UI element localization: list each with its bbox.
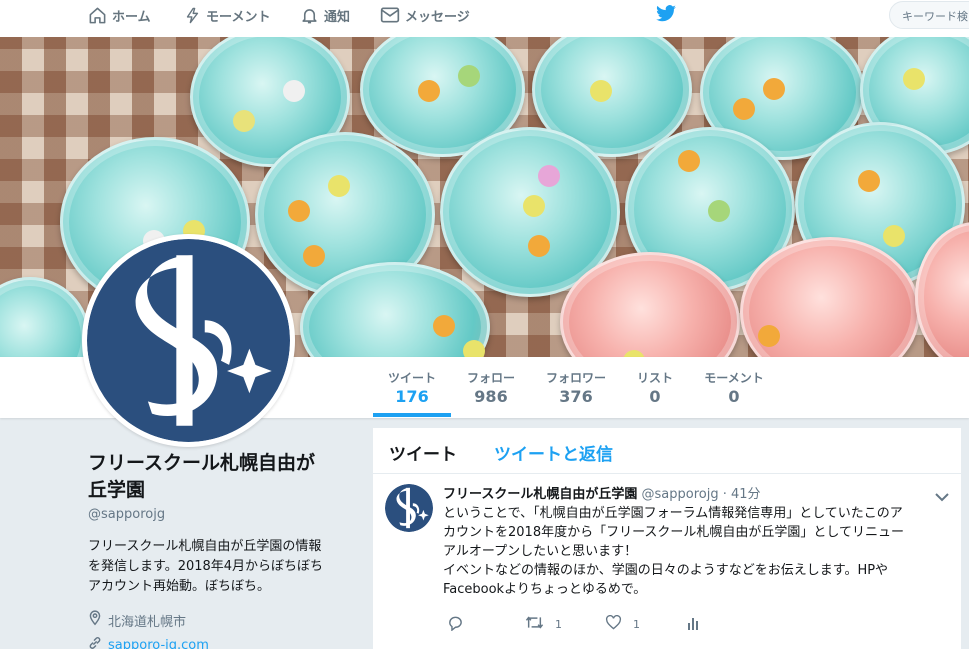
nav-home[interactable]: ホーム — [88, 4, 151, 26]
retweet-count: 1 — [555, 617, 562, 631]
profile-name[interactable]: フリースクール札幌自由が 丘学園 — [88, 450, 358, 504]
lightning-icon — [184, 6, 201, 25]
reply-button[interactable] — [447, 615, 464, 634]
search-input[interactable]: キーワード検 — [889, 1, 969, 29]
stat-moments-value: 0 — [728, 387, 740, 406]
nav-messages[interactable]: メッセージ — [380, 4, 470, 26]
school-logo-icon — [385, 484, 433, 532]
tweet-text-line: ということで、「札幌自由が丘学園フォーラム情報発信専用」としていたこのア — [443, 506, 903, 521]
profile-bio-line: フリースクール札幌自由が丘学園の情報 — [88, 539, 322, 554]
profile-website-text: sapporo-jg.com — [108, 637, 209, 649]
home-icon — [88, 6, 107, 25]
analytics-button[interactable] — [687, 615, 701, 633]
analytics-icon — [687, 615, 701, 633]
top-navigation: ホーム モーメント 通知 メッセージ キーワード検 — [0, 0, 969, 37]
tab-tweets[interactable]: ツイート — [389, 440, 457, 465]
stat-lists[interactable]: リスト 0 — [630, 369, 680, 406]
nav-moments[interactable]: モーメント — [184, 4, 270, 26]
retweet-icon — [525, 615, 544, 633]
reply-icon — [447, 615, 464, 634]
profile-card: フリースクール札幌自由が 丘学園 @sapporojg フリースクール札幌自由が… — [88, 450, 358, 649]
profile-avatar[interactable] — [82, 234, 295, 447]
tweet-text: ということで、「札幌自由が丘学園フォーラム情報発信専用」としていたこのア カウン… — [443, 504, 943, 599]
twitter-bird-icon[interactable] — [655, 5, 677, 27]
stat-tweets-label: ツイート — [387, 371, 436, 385]
tweet-avatar[interactable] — [385, 484, 433, 532]
nav-notifications[interactable]: 通知 — [300, 4, 350, 26]
profile-bio-line: を発信します。2018年4月からぼちぼち — [88, 559, 324, 574]
nav-messages-label: メッセージ — [405, 9, 470, 25]
stat-tweets-value: 176 — [395, 387, 429, 406]
profile-name-line2: 丘学園 — [88, 479, 146, 501]
stat-following-value: 986 — [474, 387, 508, 406]
active-tab-indicator — [373, 413, 451, 417]
tweet-text-line: アルオープンしたいと思います！ — [443, 544, 638, 559]
tweet-text-line: イベントなどの情報のほか、学園の日々のようすなどをお伝えします。HPや — [443, 563, 889, 578]
nav-moments-label: モーメント — [206, 9, 271, 25]
tweet-separator: · — [722, 487, 727, 502]
stat-following-label: フォロー — [466, 371, 515, 385]
profile-bio: フリースクール札幌自由が丘学園の情報 を発信します。2018年4月からぼちぼち … — [88, 537, 358, 597]
link-icon — [88, 636, 102, 649]
profile-handle[interactable]: @sapporojg — [88, 507, 358, 522]
envelope-icon — [380, 6, 400, 24]
tweet-text-line: カウントを2018年度から「フリースクール札幌自由が丘学園」としてリニュー — [443, 525, 905, 540]
stat-followers[interactable]: フォロワー 376 — [540, 369, 612, 406]
stat-followers-label: フォロワー — [545, 371, 606, 385]
profile-bio-line: アカウント再始動。ぼちぼち。 — [88, 579, 271, 594]
bell-icon — [300, 6, 319, 25]
timeline: ツイート ツイートと返信 フリースクール札幌自由が丘学園 @sapporojg … — [373, 428, 961, 649]
tweet-time[interactable]: 41分 — [731, 487, 761, 502]
stat-tweets[interactable]: ツイート 176 — [373, 369, 451, 406]
stat-lists-value: 0 — [649, 387, 661, 406]
profile-location: 北海道札幌市 — [88, 610, 358, 630]
profile-website[interactable]: sapporo-jg.com — [88, 636, 358, 649]
profile-name-line1: フリースクール札幌自由が — [88, 452, 316, 474]
school-logo-icon — [87, 239, 290, 442]
tweet-author-name[interactable]: フリースクール札幌自由が丘学園 — [443, 487, 637, 502]
location-pin-icon — [88, 610, 102, 630]
banner-cup — [0, 277, 90, 357]
stat-lists-label: リスト — [636, 371, 673, 385]
profile-location-text: 北海道札幌市 — [108, 614, 187, 630]
stat-moments-label: モーメント — [704, 371, 764, 385]
nav-home-label: ホーム — [112, 9, 151, 25]
timeline-tabs: ツイート ツイートと返信 — [373, 428, 961, 474]
tab-tweets-and-replies[interactable]: ツイートと返信 — [494, 440, 613, 465]
tweet-header: フリースクール札幌自由が丘学園 @sapporojg · 41分 — [443, 483, 761, 502]
stat-following[interactable]: フォロー 986 — [458, 369, 524, 406]
like-count: 1 — [633, 617, 640, 631]
tweet-author-handle[interactable]: @sapporojg — [642, 487, 719, 502]
tweet-text-line: Facebookよりちょっとゆるめで。 — [443, 582, 647, 597]
retweet-button[interactable]: 1 — [525, 615, 562, 633]
like-button[interactable]: 1 — [605, 614, 640, 633]
stat-followers-value: 376 — [559, 387, 593, 406]
tweet[interactable]: フリースクール札幌自由が丘学園 @sapporojg · 41分 ということで、… — [373, 474, 961, 644]
nav-notifications-label: 通知 — [324, 9, 351, 25]
heart-icon — [605, 614, 622, 633]
stat-moments[interactable]: モーメント 0 — [700, 369, 768, 406]
